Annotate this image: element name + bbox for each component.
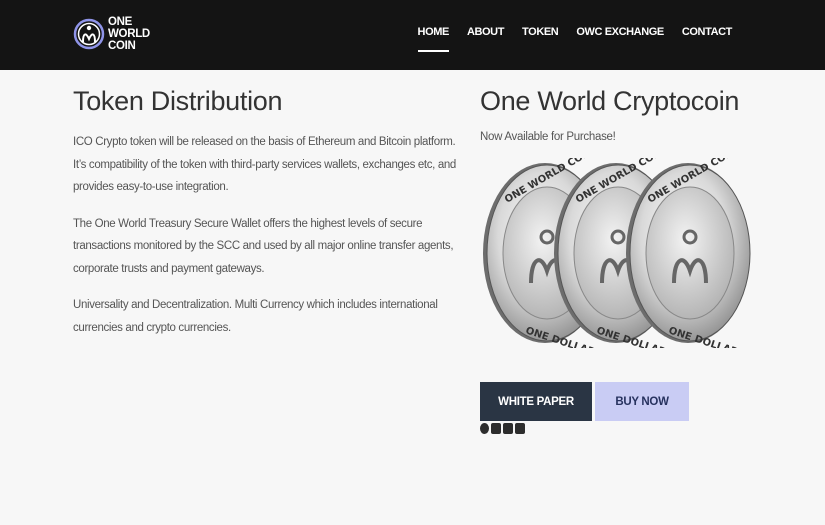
wallet-icon bbox=[515, 423, 525, 434]
cta-buttons: WHITE PAPER BUY NOW bbox=[480, 382, 689, 421]
logo-text: ONE WORLD COIN bbox=[108, 16, 150, 52]
nav-home[interactable]: HOME bbox=[417, 26, 450, 52]
token-distribution-section: Token Distribution ICO Crypto token will… bbox=[73, 86, 468, 353]
card-icon bbox=[503, 423, 513, 434]
buy-now-button[interactable]: BUY NOW bbox=[595, 382, 689, 421]
payment-icons bbox=[480, 423, 525, 434]
main-nav: HOME ABOUT TOKEN OWC EXCHANGE CONTACT bbox=[400, 26, 733, 52]
logo-line-1: ONE bbox=[108, 16, 133, 28]
nav-owc-exchange[interactable]: OWC EXCHANGE bbox=[576, 26, 664, 44]
logo-icon bbox=[73, 18, 105, 50]
site-header: ONE WORLD COIN HOME ABOUT TOKEN OWC EXCH… bbox=[0, 0, 825, 70]
nav-token[interactable]: TOKEN bbox=[522, 26, 559, 44]
bitcoin-icon bbox=[480, 423, 489, 434]
white-paper-button[interactable]: WHITE PAPER bbox=[480, 382, 592, 421]
card-icon bbox=[491, 423, 501, 434]
purchase-subtitle: Now Available for Purchase! bbox=[480, 131, 616, 143]
paragraph-2: The One World Treasury Secure Wallet off… bbox=[73, 217, 454, 275]
paragraph-3: Universality and Decentralization. Multi… bbox=[73, 299, 438, 334]
coins-image: ONE WORLD COIN 2020 ONE DOLLAR ONE WORLD… bbox=[483, 158, 760, 348]
cryptocoin-title: One World Cryptocoin bbox=[480, 86, 740, 116]
logo-line-3: COIN bbox=[108, 40, 136, 52]
token-distribution-title: Token Distribution bbox=[73, 86, 283, 116]
nav-contact[interactable]: CONTACT bbox=[682, 26, 733, 44]
cryptocoin-section: One World Cryptocoin Now Available for P… bbox=[480, 86, 780, 143]
logo-line-2: WORLD bbox=[108, 28, 150, 40]
nav-about[interactable]: ABOUT bbox=[467, 26, 505, 44]
site-logo[interactable]: ONE WORLD COIN bbox=[73, 12, 150, 56]
paragraph-1: ICO Crypto token will be released on the… bbox=[73, 136, 456, 193]
